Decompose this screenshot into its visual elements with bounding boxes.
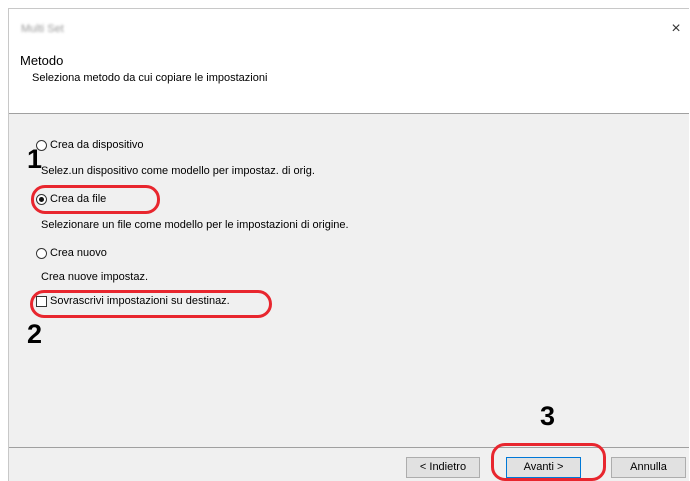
option-device-label: Crea da dispositivo (50, 139, 144, 151)
callout-number-1: 1 (27, 144, 43, 174)
window-title: Multi Set (21, 23, 64, 35)
close-icon[interactable]: × (665, 19, 687, 39)
back-button[interactable]: < Indietro (406, 457, 480, 478)
option-file-description: Selezionare un file come modello per le … (41, 219, 349, 231)
multi-set-dialog: Multi Set × Metodo Seleziona metodo da c… (8, 8, 689, 481)
callout-highlight-create-from-file (31, 185, 160, 214)
callout-number-2: 2 (27, 319, 43, 349)
radio-new[interactable] (36, 248, 47, 259)
callout-highlight-next (491, 443, 606, 481)
callout-number-3: 3 (540, 401, 556, 431)
page-title: Metodo (20, 53, 64, 68)
page-subtitle: Seleziona metodo da cui copiare le impos… (32, 72, 268, 84)
cancel-button[interactable]: Annulla (611, 457, 686, 478)
option-new-label: Crea nuovo (50, 247, 107, 259)
option-device-description: Selez.un dispositivo come modello per im… (41, 165, 315, 177)
option-new-description: Crea nuove impostaz. (41, 271, 148, 283)
title-bar: Multi Set × (9, 9, 689, 49)
callout-highlight-overwrite (30, 290, 272, 318)
wizard-header: Metodo Seleziona metodo da cui copiare l… (9, 49, 689, 114)
